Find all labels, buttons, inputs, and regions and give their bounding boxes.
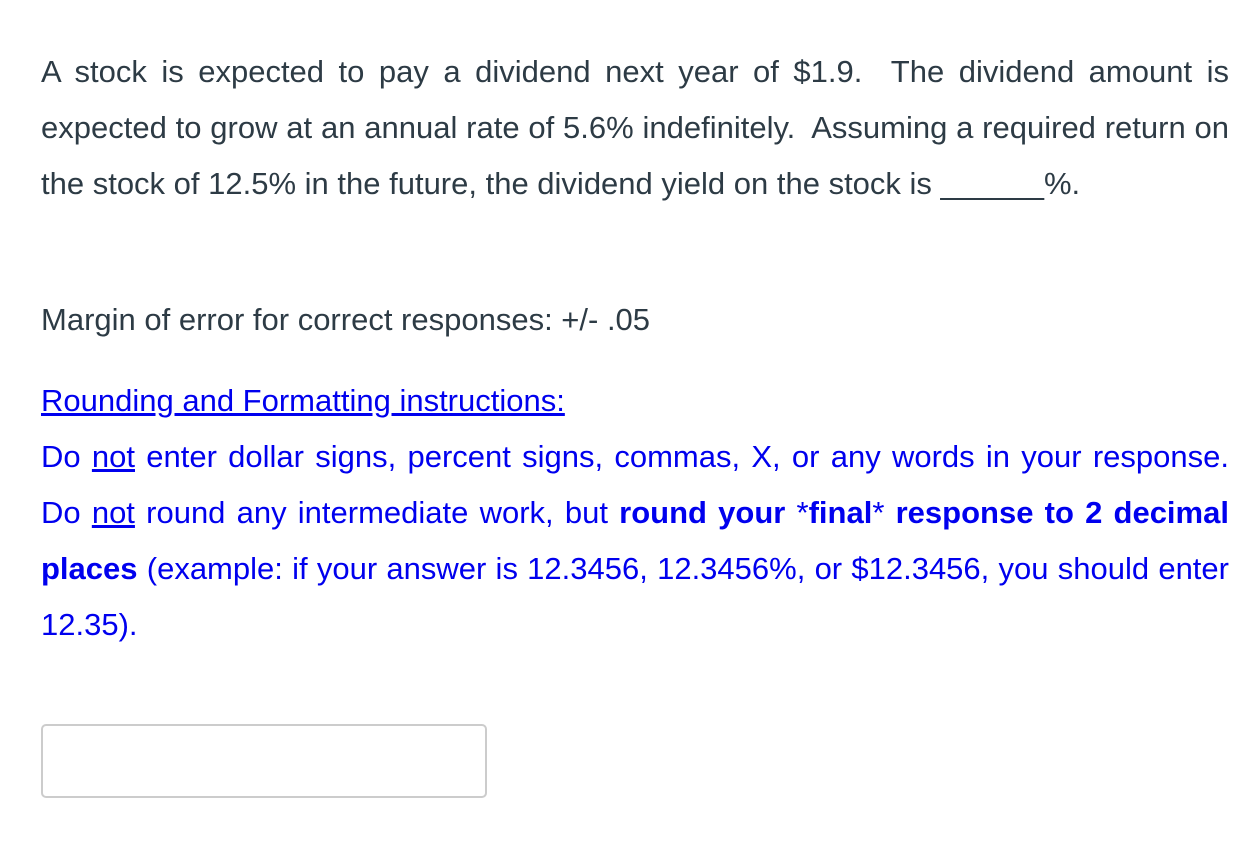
- question-sentence-1: A stock is expected to pay a dividend ne…: [41, 54, 863, 89]
- emphasis-not: not: [91, 495, 135, 530]
- margin-of-error-text: Margin of error for correct responses: +…: [41, 302, 651, 337]
- emphasis-final: final: [808, 495, 873, 530]
- emphasis-round-your: round your: [619, 495, 786, 530]
- answer-input[interactable]: [41, 724, 487, 798]
- instructions-text: Do not enter dollar signs, percent signs…: [41, 429, 1229, 653]
- question-text: A stock is expected to pay a dividend ne…: [41, 44, 1229, 212]
- instructions-text-segment: *: [872, 495, 896, 530]
- instructions-text-segment: (example: if your answer is 12.3456, 12.…: [41, 551, 1229, 642]
- answer-blank: ______: [940, 166, 1044, 201]
- question-suffix: %.: [1043, 166, 1081, 201]
- instructions-text-segment: round any intermediate work, but: [134, 495, 620, 530]
- instructions-heading-link[interactable]: Rounding and Formatting instructions:: [41, 373, 565, 429]
- instructions-text-segment: *: [785, 495, 809, 530]
- instructions-text-segment: Do: [41, 439, 92, 474]
- emphasis-not: not: [91, 439, 135, 474]
